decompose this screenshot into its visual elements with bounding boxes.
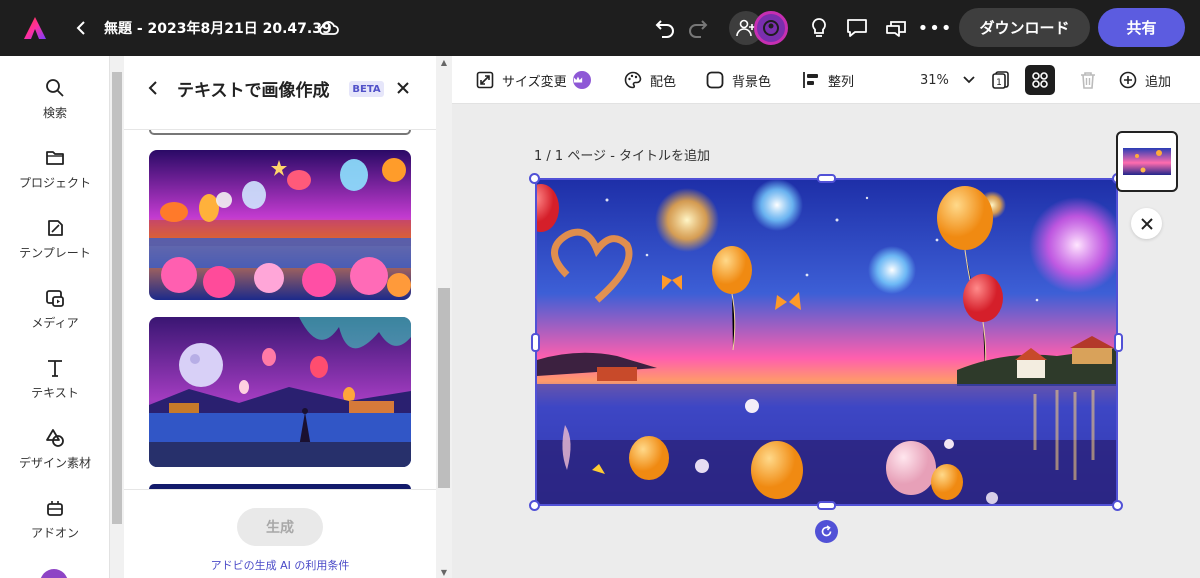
addon-icon: [47, 501, 63, 516]
canvas-artwork[interactable]: [535, 178, 1118, 506]
panel-scrollbar[interactable]: ▲ ▼: [436, 56, 452, 578]
rail-item-media[interactable]: メディア: [0, 286, 110, 346]
align-left-icon: [803, 72, 818, 88]
resize-handle-bottom[interactable]: [817, 501, 836, 510]
present-icon[interactable]: [883, 15, 909, 41]
background-color-label: 背景色: [732, 74, 772, 90]
shapes-icon: [46, 429, 64, 447]
text-icon: [48, 360, 62, 377]
editor-toolbar: サイズ変更 配色 背景色 整列 31% 1 追加: [452, 56, 1200, 104]
rotate-icon: [821, 525, 832, 537]
rail-item-search[interactable]: 検索: [0, 76, 110, 136]
scrollbar-thumb[interactable]: [112, 72, 122, 524]
trash-icon[interactable]: [1073, 65, 1103, 95]
search-icon: [46, 79, 64, 97]
redo-icon[interactable]: [685, 15, 711, 41]
resize-icon: [476, 71, 494, 89]
page-thumbnail[interactable]: [1116, 131, 1178, 192]
generate-button[interactable]: 生成: [237, 508, 323, 546]
cloud-icon[interactable]: [316, 16, 340, 40]
rail-item-templates[interactable]: テンプレート: [0, 216, 110, 276]
scroll-down-arrow[interactable]: ▼: [436, 566, 452, 578]
rail-item-label: テキスト: [31, 386, 79, 400]
rail-item-text[interactable]: テキスト: [0, 356, 110, 416]
layers-button[interactable]: [1025, 65, 1055, 95]
scrollbar-thumb[interactable]: [438, 288, 450, 488]
premium-crown-icon: [572, 71, 591, 89]
undo-icon[interactable]: [652, 15, 678, 41]
user-avatar[interactable]: [754, 11, 788, 45]
comment-icon[interactable]: [844, 15, 870, 41]
rail-item-label: アドオン: [30, 526, 79, 540]
beta-badge: BETA: [349, 81, 384, 97]
chevron-down-icon: [963, 76, 975, 84]
add-label: 追加: [1145, 74, 1172, 90]
rail-item-label: メディア: [31, 316, 79, 330]
plus-circle-icon: [1119, 71, 1137, 89]
color-theme-button[interactable]: 配色: [624, 56, 676, 104]
resize-handle-top[interactable]: [817, 174, 836, 183]
folder-icon: [46, 151, 64, 165]
resize-button[interactable]: サイズ変更: [476, 56, 591, 104]
rail-item-label: テンプレート: [19, 246, 91, 260]
terms-link[interactable]: アドビの生成 AI の利用条件: [124, 557, 436, 573]
palette-icon: [624, 71, 642, 89]
rail-item-addons[interactable]: アドオン: [0, 496, 110, 556]
page-count-value: 1: [996, 78, 1002, 88]
background-swatch-icon: [706, 71, 724, 89]
page-title-label[interactable]: 1 / 1 ページ - タイトルを追加: [534, 145, 710, 164]
back-icon[interactable]: [70, 16, 92, 40]
resize-handle-top-left[interactable]: [529, 173, 540, 184]
background-color-button[interactable]: 背景色: [706, 56, 771, 104]
result-image[interactable]: [149, 150, 411, 300]
resize-handle-right[interactable]: [1114, 333, 1123, 352]
result-image[interactable]: [149, 317, 411, 467]
rail-item-label: 検索: [42, 106, 67, 120]
template-icon: [48, 220, 63, 236]
close-thumbnail-icon[interactable]: [1131, 208, 1162, 239]
arrange-button[interactable]: 整列: [802, 56, 854, 104]
add-button[interactable]: 追加: [1119, 56, 1171, 104]
resize-handle-bottom-left[interactable]: [529, 500, 540, 511]
rail-item-design-assets[interactable]: デザイン素材: [0, 426, 110, 486]
text-to-image-panel: テキストで画像作成 BETA 生成 アドビの生成 AI の利用条件: [124, 56, 436, 578]
scroll-up-arrow[interactable]: ▲: [436, 56, 452, 68]
resize-label: サイズ変更: [502, 74, 567, 90]
rail-item-label: プロジェクト: [18, 176, 91, 190]
color-theme-label: 配色: [650, 74, 677, 90]
download-button[interactable]: ダウンロード: [959, 8, 1090, 47]
result-image-partial[interactable]: [149, 130, 411, 135]
panel-footer: 生成 アドビの生成 AI の利用条件: [124, 489, 436, 578]
zoom-dropdown[interactable]: 31%: [920, 56, 975, 104]
left-nav-rail: 検索 プロジェクト テンプレート メディア テキスト デザイン素材 アドオン: [0, 56, 110, 578]
rotate-handle[interactable]: [815, 520, 838, 543]
top-bar: 無題 - 2023年8月21日 20.47.39 ••• ダウンロード 共有: [0, 0, 1200, 56]
arrange-label: 整列: [828, 74, 855, 90]
more-options-icon[interactable]: •••: [918, 15, 952, 41]
close-icon[interactable]: [394, 78, 412, 98]
page-count-icon[interactable]: 1: [986, 65, 1016, 95]
panel-title: テキストで画像作成: [177, 81, 330, 101]
adobe-express-logo[interactable]: [22, 14, 48, 42]
lightbulb-icon[interactable]: [806, 15, 832, 41]
rail-item-projects[interactable]: プロジェクト: [0, 146, 110, 206]
panel-header: テキストで画像作成 BETA: [124, 56, 436, 130]
resize-handle-left[interactable]: [531, 333, 540, 352]
zoom-value: 31%: [920, 72, 949, 88]
share-button[interactable]: 共有: [1098, 8, 1185, 47]
media-icon: [46, 290, 64, 307]
rail-item-label: デザイン素材: [18, 456, 91, 470]
rail-scrollbar[interactable]: [110, 56, 124, 578]
resize-handle-bottom-right[interactable]: [1112, 500, 1123, 511]
panel-back-icon[interactable]: [148, 76, 168, 100]
layers-icon: [1032, 72, 1048, 88]
document-title[interactable]: 無題 - 2023年8月21日 20.47.39: [104, 16, 332, 40]
